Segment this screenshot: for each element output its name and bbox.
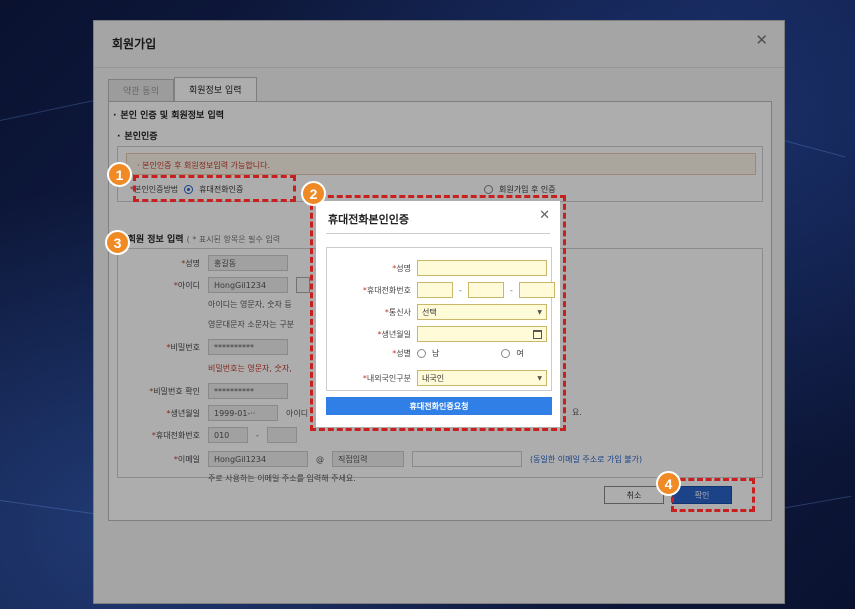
step-badge-4: 4 [656,471,681,496]
highlight-modal [310,195,566,431]
highlight-confirm [671,478,755,512]
highlight-auth-method [133,175,296,202]
step-badge-1: 1 [107,162,132,187]
step-badge-3: 3 [105,230,130,255]
step-badge-2: 2 [301,181,326,206]
